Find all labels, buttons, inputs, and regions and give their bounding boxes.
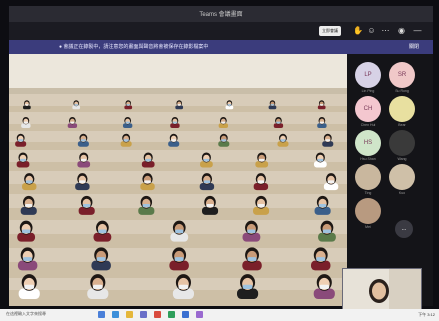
- taskbar-clock: 下午 3:12: [418, 312, 435, 317]
- meeting-toolbar: 立即會議 ✋ ☺ ⋯ ◉ —: [9, 22, 433, 40]
- attendee-avatar[interactable]: [389, 130, 415, 156]
- participants-icon[interactable]: ☺: [367, 26, 376, 35]
- excel-icon[interactable]: [168, 311, 175, 318]
- raise-hand-icon[interactable]: ✋: [353, 26, 363, 35]
- monitor-bezel: Teams 會議畫面 立即會議 ✋ ☺ ⋯ ◉ — ● 會議正在錄製中，請注意您…: [0, 0, 439, 309]
- attendee-name: Ting: [364, 191, 372, 195]
- attendee-avatar[interactable]: [389, 164, 415, 190]
- attendee-name: Bear: [398, 123, 406, 127]
- powerpoint-icon[interactable]: [154, 311, 161, 318]
- word-icon[interactable]: [182, 311, 189, 318]
- classroom-desk-row: [9, 162, 347, 171]
- attendee-avatar[interactable]: [355, 164, 381, 190]
- more-actions-icon[interactable]: ⋯: [381, 26, 390, 35]
- classroom-desk-row: [9, 184, 347, 194]
- attendee-name: Chen Hui: [360, 123, 376, 127]
- file-explorer-icon[interactable]: [126, 311, 133, 318]
- attendee-avatar[interactable]: LP: [355, 62, 381, 88]
- taskbar-search-box[interactable]: 在這裡輸入文字來搜尋: [6, 311, 46, 317]
- meet-now-button[interactable]: 立即會議: [319, 26, 341, 36]
- recording-notice-text: ● 會議正在錄製中，請注意您的畫面與聲音將會被保存在錄影檔案中: [59, 44, 209, 50]
- attendee-avatar[interactable]: HS: [355, 130, 381, 156]
- shared-video-stage: [9, 54, 347, 306]
- recording-notice-bar: ● 會議正在錄製中，請注意您的畫面與聲音將會被保存在錄影檔案中 關閉: [9, 40, 433, 54]
- title-bar: Teams 會議畫面: [9, 6, 433, 22]
- classroom-desk-row: [9, 208, 347, 220]
- attendee-avatar[interactable]: [389, 96, 415, 122]
- teams-window: Teams 會議畫面 立即會議 ✋ ☺ ⋯ ◉ — ● 會議正在錄製中，請注意您…: [9, 6, 433, 306]
- task-view-icon[interactable]: [98, 311, 105, 318]
- dismiss-notice-button[interactable]: 關閉: [409, 43, 419, 50]
- leave-icon[interactable]: —: [413, 26, 422, 35]
- window-title: Teams 會議畫面: [199, 12, 243, 18]
- attendee-name: Kuo: [398, 191, 406, 195]
- attendee-avatar[interactable]: CH: [355, 96, 381, 122]
- app-icon[interactable]: [196, 311, 203, 318]
- attendee-avatar[interactable]: [355, 198, 381, 224]
- classroom-image: [9, 54, 347, 306]
- attendee-avatar[interactable]: SR: [389, 62, 415, 88]
- more-participants-button[interactable]: ...: [395, 220, 413, 238]
- windows-taskbar: 在這裡輸入文字來搜尋 下午 3:12: [0, 309, 439, 321]
- teams-icon[interactable]: [140, 311, 147, 318]
- edge-icon[interactable]: [112, 311, 119, 318]
- attendee-name: Lin Ping: [361, 89, 375, 93]
- attendee-name: Hsu Shan: [360, 157, 376, 161]
- attendee-name: Mei: [365, 225, 371, 229]
- camera-icon[interactable]: ◉: [397, 26, 406, 35]
- attendee-name: Wang: [397, 157, 407, 161]
- attendee-name: Su Rong: [395, 89, 409, 93]
